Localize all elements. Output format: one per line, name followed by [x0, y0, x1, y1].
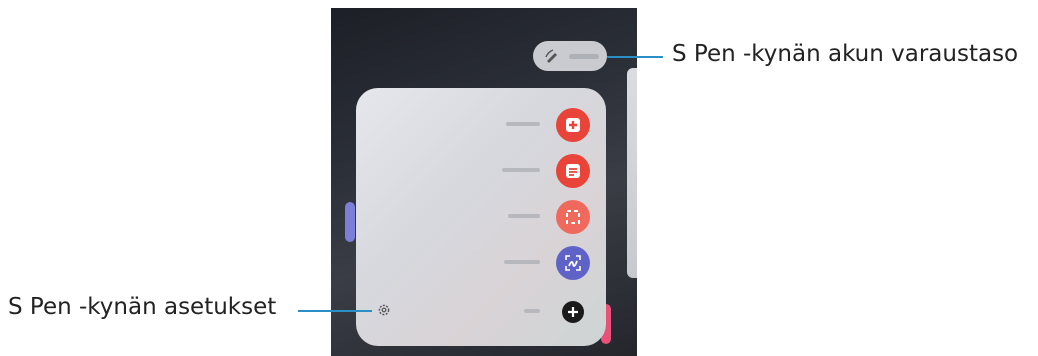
menu-item-add[interactable]: [356, 292, 606, 332]
menu-item-screen-write[interactable]: [356, 243, 606, 283]
air-command-panel: [356, 88, 606, 346]
menu-item-view-all-notes[interactable]: [356, 151, 606, 191]
s-pen-icon: [543, 47, 561, 65]
battery-level-bar: [569, 53, 599, 59]
illustration: S Pen -kynän akun varaustaso S Pen -kynä…: [0, 0, 1038, 356]
create-note-icon[interactable]: [556, 108, 590, 142]
battery-callout-label: S Pen -kynän akun varaustaso: [672, 41, 1019, 67]
smart-select-icon[interactable]: [556, 200, 590, 234]
menu-item-label: [502, 168, 540, 174]
screen-write-icon[interactable]: [556, 246, 590, 280]
settings-callout-label: S Pen -kynän asetukset: [8, 294, 277, 320]
menu-item-label: [524, 309, 540, 315]
menu-item-label: [508, 214, 540, 220]
settings-gear-icon[interactable]: [376, 302, 392, 318]
menu-item-smart-select[interactable]: [356, 197, 606, 237]
settings-callout-line: [298, 310, 372, 312]
menu-item-label: [504, 260, 540, 266]
menu-item-label: [506, 122, 540, 128]
add-icon[interactable]: [556, 295, 590, 329]
battery-callout-line: [607, 56, 663, 58]
s-pen-battery-indicator: [533, 41, 607, 71]
edge-tab-purple: [345, 202, 355, 242]
edge-panel-handle[interactable]: [627, 68, 637, 278]
menu-item-create-note[interactable]: [356, 105, 606, 145]
view-all-notes-icon[interactable]: [556, 154, 590, 188]
